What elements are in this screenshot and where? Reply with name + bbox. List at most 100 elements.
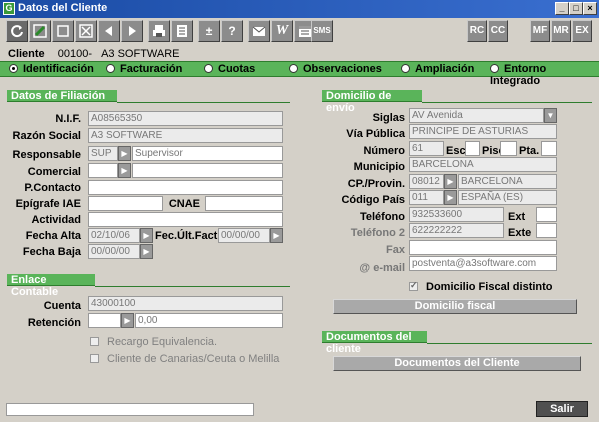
piso-label: Piso [482,145,506,157]
filiacion-section-title: Datos de Filiación [7,90,117,102]
responsable-label: Responsable [12,149,81,161]
refresh-button[interactable] [6,20,28,42]
retencion-value-field[interactable]: 0,00 [135,313,283,328]
exte-field[interactable] [536,223,557,238]
documentos-cliente-button[interactable]: Documentos del Cliente [333,356,581,371]
mf-button[interactable]: MF [530,20,550,42]
cp-lookup-button[interactable]: ▶ [444,174,457,189]
epigrafe-field[interactable] [88,196,163,211]
nif-field[interactable]: A08565350 [88,111,283,126]
arrow-left-icon [105,26,112,36]
print-button[interactable] [148,20,170,42]
numero-field[interactable]: 61 [409,141,444,156]
ex-button[interactable]: EX [572,20,592,42]
fecha-baja-field[interactable]: 00/00/00 [88,244,140,259]
pais-name-field[interactable]: ESPAÑA (ES) [458,190,557,205]
retencion-code-field[interactable] [88,313,121,328]
cliente-canarias-checkbox[interactable]: Cliente de Canarias/Ceuta o Melilla [90,353,279,365]
tab-ampliacion[interactable]: Ampliación [401,63,474,75]
tab-facturacion[interactable]: Facturación [106,63,182,75]
cnae-field[interactable] [205,196,283,211]
list-button[interactable] [171,20,193,42]
checkbox-checked-icon [409,280,418,291]
retencion-lookup-button[interactable]: ▶ [121,313,134,328]
pais-lookup-button[interactable]: ▶ [444,190,457,205]
fecha-alta-field[interactable]: 02/10/06 [88,228,140,243]
tab-cuotas[interactable]: Cuotas [204,63,255,75]
fec-ult-fact-field[interactable]: 00/00/00 [218,228,270,243]
delete-button[interactable] [75,20,97,42]
pcontacto-label: P.Contacto [24,182,81,194]
close-button[interactable]: × [583,2,597,15]
comercial-lookup-button[interactable]: ▶ [118,163,131,178]
tab-entorno-integrado[interactable]: Entorno Integrado [490,63,599,87]
status-bar [6,403,254,416]
tab-identificacion[interactable]: Identificación [9,63,94,75]
mr-button[interactable]: MR [551,20,571,42]
radio-icon [106,64,115,73]
provincia-field[interactable]: BARCELONA [458,174,557,189]
comercial-code-field[interactable] [88,163,118,178]
esc-field[interactable] [465,141,480,156]
sms-button[interactable]: SMS [311,20,333,42]
salir-button[interactable]: Salir [536,401,588,417]
radio-icon [490,64,499,73]
client-code: 00100- [57,48,93,60]
tab-observaciones[interactable]: Observaciones [289,63,382,75]
ext-field[interactable] [536,207,557,222]
via-publica-field[interactable]: PRINCIPE DE ASTURIAS [409,124,557,139]
siglas-dropdown-button[interactable]: ▼ [544,108,557,123]
maximize-button[interactable]: □ [569,2,583,15]
mail-button[interactable] [248,20,270,42]
cnae-label: CNAE [168,198,200,210]
razon-social-label: Razón Social [12,130,81,142]
plus-minus-button[interactable]: ± [198,20,220,42]
fec-ult-fact-calendar-button[interactable]: ▶ [270,228,283,243]
pen-icon [33,24,47,38]
piso-field[interactable] [500,141,517,156]
checkbox-icon [90,337,99,346]
telefono-field[interactable]: 932533600 [409,207,504,222]
razon-social-field[interactable]: A3 SOFTWARE [88,128,283,143]
toolbar: ± ? W SMS RC CC MF MR EX [0,18,599,46]
envio-divider [422,102,592,103]
domicilio-fiscal-checkbox[interactable]: Domicilio Fiscal distinto [409,280,553,293]
telefono2-field[interactable]: 622222222 [409,223,504,238]
client-name: A3 SOFTWARE [101,48,180,60]
new-button[interactable] [52,20,74,42]
email-label: @ e-mail [359,262,405,274]
actividad-field[interactable] [88,212,283,227]
cuenta-label: Cuenta [43,300,81,312]
responsable-lookup-button[interactable]: ▶ [118,146,131,161]
fecha-baja-calendar-button[interactable]: ▶ [140,244,153,259]
pcontacto-field[interactable] [88,180,283,195]
word-button[interactable]: W [271,20,293,42]
cuenta-field[interactable]: 43000100 [88,296,283,311]
next-button[interactable] [121,20,143,42]
previous-button[interactable] [98,20,120,42]
contable-divider [95,286,290,287]
fax-field[interactable] [409,240,557,255]
domicilio-fiscal-button[interactable]: Domicilio fiscal [333,299,577,314]
siglas-select[interactable]: AV Avenida [409,108,544,123]
recargo-equivalencia-checkbox[interactable]: Recargo Equivalencia. [90,336,217,348]
fecha-baja-label: Fecha Baja [22,246,81,258]
telefono-label: Teléfono [359,211,405,223]
email-field[interactable]: postventa@a3software.com [409,256,557,271]
window-title: Datos del Cliente [18,2,108,14]
municipio-label: Municipio [353,161,405,173]
responsable-code-field[interactable]: SUP [88,146,118,161]
minimize-button[interactable]: _ [555,2,569,15]
help-button[interactable]: ? [221,20,243,42]
pta-field[interactable] [541,141,557,156]
municipio-field[interactable]: BARCELONA [409,157,557,172]
cp-field[interactable]: 08012 [409,174,444,189]
edit-button[interactable] [29,20,51,42]
fecha-alta-calendar-button[interactable]: ▶ [140,228,153,243]
rc-button[interactable]: RC [467,20,487,42]
responsable-name-field[interactable]: Supervisor [132,146,283,161]
window-titlebar: G Datos del Cliente _ □ × [0,0,599,18]
pais-code-field[interactable]: 011 [409,190,444,205]
comercial-name-field[interactable] [132,163,283,178]
cc-button[interactable]: CC [488,20,508,42]
